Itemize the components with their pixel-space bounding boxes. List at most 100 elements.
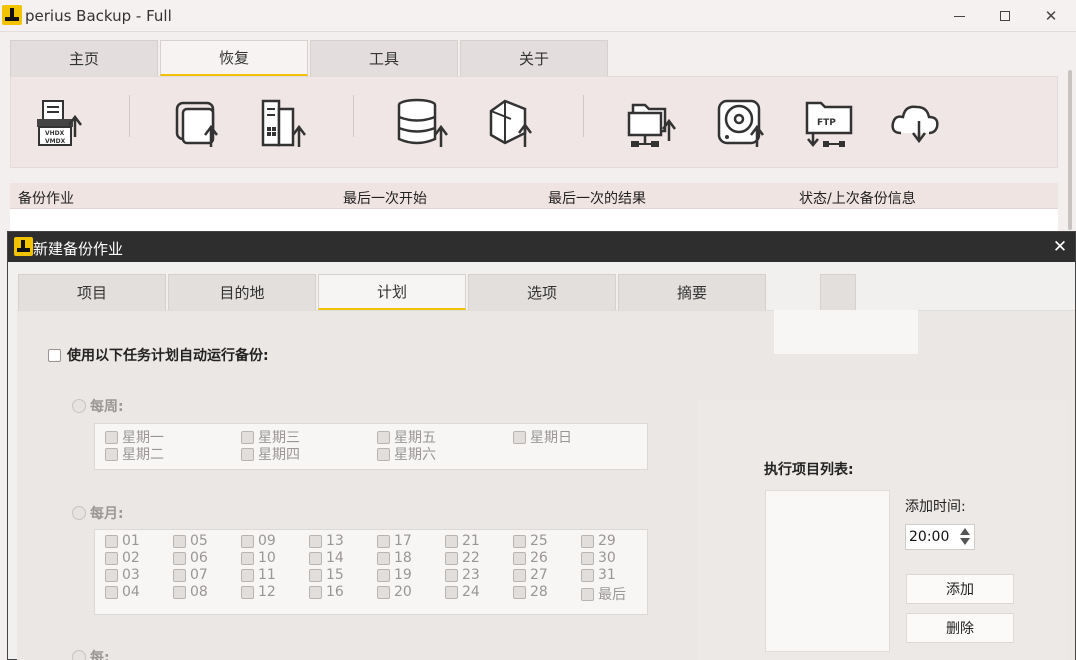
month-day-option[interactable]: 05 <box>173 533 208 549</box>
month-day-option[interactable]: 14 <box>309 550 344 566</box>
month-day-option[interactable]: 10 <box>241 550 276 566</box>
month-day-option[interactable]: 20 <box>377 584 412 600</box>
month-day-option[interactable]: 02 <box>105 550 140 566</box>
weekly-radio[interactable] <box>72 399 86 413</box>
month-day-checkbox[interactable] <box>377 568 390 582</box>
month-day-option[interactable]: 12 <box>241 584 276 600</box>
month-day-option[interactable]: 最后 <box>581 584 626 604</box>
network-share-backup-icon[interactable] <box>625 97 679 151</box>
weekday-option[interactable]: 星期日 <box>513 427 572 447</box>
month-day-checkbox[interactable] <box>105 534 118 548</box>
column-last-result[interactable]: 最后一次的结果 <box>548 188 646 208</box>
month-day-option[interactable]: 22 <box>445 550 480 566</box>
month-day-option[interactable]: 15 <box>309 567 344 583</box>
spin-up-icon[interactable] <box>960 528 970 535</box>
month-day-checkbox[interactable] <box>173 568 186 582</box>
month-day-option[interactable]: 09 <box>241 533 276 549</box>
month-day-option[interactable]: 25 <box>513 533 548 549</box>
weekday-checkbox[interactable] <box>377 447 390 461</box>
month-day-checkbox[interactable] <box>445 585 458 599</box>
weekday-checkbox[interactable] <box>377 430 390 444</box>
month-day-checkbox[interactable] <box>309 585 322 599</box>
time-spin-control[interactable] <box>960 527 970 547</box>
month-day-checkbox[interactable] <box>581 587 594 601</box>
month-day-checkbox[interactable] <box>241 551 254 565</box>
time-stepper[interactable]: 20:00 <box>905 524 975 550</box>
weekday-checkbox[interactable] <box>105 447 118 461</box>
tab-home[interactable]: 主页 <box>10 40 158 76</box>
add-button[interactable]: 添加 <box>906 574 1014 604</box>
month-day-option[interactable]: 18 <box>377 550 412 566</box>
month-day-checkbox[interactable] <box>309 534 322 548</box>
tab-tools[interactable]: 工具 <box>310 40 458 76</box>
month-day-checkbox[interactable] <box>173 551 186 565</box>
month-day-option[interactable]: 06 <box>173 550 208 566</box>
monthly-radio[interactable] <box>72 506 86 520</box>
tab-scroll-stub[interactable] <box>820 274 856 310</box>
office365-backup-icon[interactable] <box>485 97 539 151</box>
weekday-checkbox[interactable] <box>241 430 254 444</box>
weekly-option[interactable]: 每周: <box>72 396 124 416</box>
month-day-checkbox[interactable] <box>581 568 594 582</box>
tab-options[interactable]: 选项 <box>468 274 616 310</box>
month-day-checkbox[interactable] <box>377 551 390 565</box>
weekday-checkbox[interactable] <box>513 430 526 444</box>
month-day-checkbox[interactable] <box>513 534 526 548</box>
month-day-checkbox[interactable] <box>241 585 254 599</box>
tab-schedule[interactable]: 计划 <box>318 274 466 310</box>
column-status-info[interactable]: 状态/上次备份信息 <box>799 188 916 208</box>
month-day-option[interactable]: 26 <box>513 550 548 566</box>
tab-about[interactable]: 关于 <box>460 40 608 76</box>
month-day-checkbox[interactable] <box>105 551 118 565</box>
ftp-folder-icon[interactable]: FTP <box>803 97 857 151</box>
month-day-checkbox[interactable] <box>513 568 526 582</box>
month-day-checkbox[interactable] <box>309 568 322 582</box>
column-last-start[interactable]: 最后一次开始 <box>343 188 427 208</box>
windows-server-backup-icon[interactable] <box>257 97 311 151</box>
weekday-option[interactable]: 星期二 <box>105 444 164 464</box>
month-day-option[interactable]: 08 <box>173 584 208 600</box>
month-day-checkbox[interactable] <box>445 568 458 582</box>
month-day-checkbox[interactable] <box>173 534 186 548</box>
delete-button[interactable]: 删除 <box>906 613 1014 643</box>
month-day-option[interactable]: 16 <box>309 584 344 600</box>
month-day-checkbox[interactable] <box>445 534 458 548</box>
month-day-option[interactable]: 19 <box>377 567 412 583</box>
month-day-option[interactable]: 03 <box>105 567 140 583</box>
cloud-restore-icon[interactable] <box>889 97 943 151</box>
month-day-option[interactable]: 24 <box>445 584 480 600</box>
month-day-option[interactable]: 07 <box>173 567 208 583</box>
month-day-option[interactable]: 28 <box>513 584 548 600</box>
drive-image-backup-icon[interactable] <box>171 97 225 151</box>
month-day-option[interactable]: 11 <box>241 567 276 583</box>
vhdx-vmdx-backup-icon[interactable]: VHDX VMDX <box>33 97 87 151</box>
every-option[interactable]: 每: <box>72 647 110 660</box>
month-day-option[interactable]: 27 <box>513 567 548 583</box>
month-day-option[interactable]: 13 <box>309 533 344 549</box>
month-day-option[interactable]: 04 <box>105 584 140 600</box>
minimize-button[interactable] <box>936 0 982 32</box>
month-day-option[interactable]: 30 <box>581 550 616 566</box>
disk-backup-icon[interactable] <box>715 97 769 151</box>
month-day-option[interactable]: 31 <box>581 567 616 583</box>
month-day-option[interactable]: 01 <box>105 533 140 549</box>
tab-restore[interactable]: 恢复 <box>160 40 308 76</box>
weekday-option[interactable]: 星期四 <box>241 444 300 464</box>
every-radio[interactable] <box>72 650 86 660</box>
column-backup-job[interactable]: 备份作业 <box>18 188 74 208</box>
month-day-option[interactable]: 17 <box>377 533 412 549</box>
auto-run-checkbox[interactable] <box>48 348 61 362</box>
month-day-checkbox[interactable] <box>241 568 254 582</box>
tab-destination[interactable]: 目的地 <box>168 274 316 310</box>
month-day-checkbox[interactable] <box>377 534 390 548</box>
month-day-option[interactable]: 29 <box>581 533 616 549</box>
vertical-scrollbar[interactable] <box>1064 40 1076 230</box>
month-day-checkbox[interactable] <box>513 585 526 599</box>
month-day-checkbox[interactable] <box>173 585 186 599</box>
dialog-close-icon[interactable]: ✕ <box>1048 236 1072 258</box>
spin-down-icon[interactable] <box>960 538 970 545</box>
month-day-checkbox[interactable] <box>581 551 594 565</box>
maximize-button[interactable] <box>982 0 1028 32</box>
weekday-option[interactable]: 星期六 <box>377 444 436 464</box>
month-day-option[interactable]: 21 <box>445 533 480 549</box>
